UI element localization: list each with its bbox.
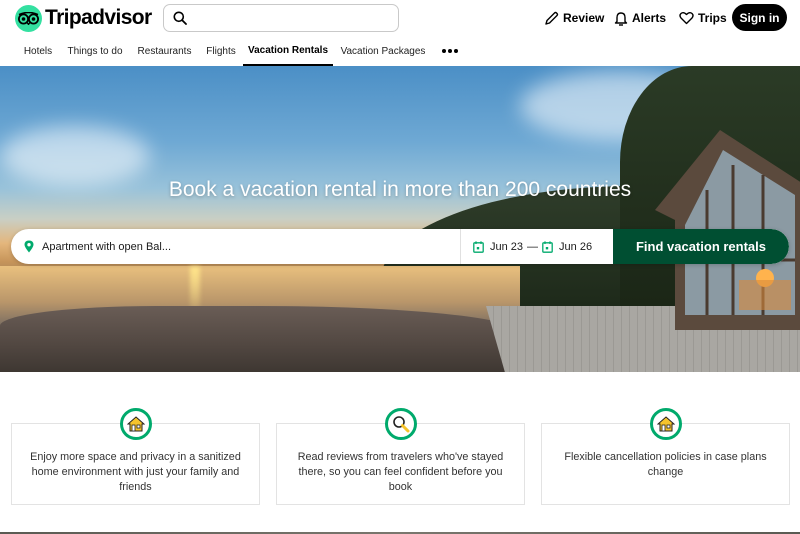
find-vacation-rentals-button[interactable]: Find vacation rentals — [613, 229, 789, 264]
nav-tab-vacation-rentals[interactable]: Vacation Rentals — [243, 36, 333, 66]
house-icon — [126, 416, 145, 432]
check-in-date[interactable]: Jun 23 — [473, 241, 523, 253]
review-link[interactable]: Review — [544, 9, 604, 27]
feature-text: Flexible cancellation policies in case p… — [564, 451, 767, 478]
sign-in-button[interactable]: Sign in — [732, 4, 787, 31]
more-dots-icon[interactable] — [442, 36, 458, 66]
date-separator: — — [527, 240, 539, 253]
search-icon — [173, 11, 187, 25]
check-in-value: Jun 23 — [490, 240, 524, 253]
heart-icon — [679, 12, 694, 25]
map-pin-icon — [24, 240, 34, 253]
feature-badge — [119, 408, 152, 440]
header-search[interactable] — [163, 4, 399, 32]
bell-icon — [614, 11, 628, 26]
date-range: Jun 23 — Jun 26 — [460, 229, 613, 264]
tripadvisor-logo[interactable]: Tripadvisor — [15, 4, 152, 32]
feature-card-privacy: Enjoy more space and privacy in a saniti… — [11, 408, 260, 505]
top-header: Tripadvisor Review Alerts Trips Sign in — [0, 0, 800, 36]
hero-banner: Book a vacation rental in more than 200 … — [0, 66, 800, 372]
feature-badge — [384, 408, 417, 440]
logo-wordmark: Tripadvisor — [45, 6, 152, 29]
feature-text: Enjoy more space and privacy in a saniti… — [30, 451, 241, 493]
location-field[interactable] — [11, 229, 460, 264]
header-search-input[interactable] — [195, 10, 398, 26]
trips-link[interactable]: Trips — [679, 9, 727, 27]
location-input[interactable] — [42, 240, 422, 253]
calendar-icon — [473, 240, 484, 253]
alerts-label: Alerts — [632, 11, 667, 25]
nav-tab-things-to-do[interactable]: Things to do — [64, 36, 126, 66]
hero-rocks — [0, 306, 520, 372]
house-icon — [656, 416, 675, 432]
feature-badge — [649, 408, 682, 440]
alerts-link[interactable]: Alerts — [614, 9, 666, 27]
calendar-icon — [542, 240, 553, 253]
review-label: Review — [563, 11, 605, 25]
category-nav: Hotels Things to do Restaurants Flights … — [0, 36, 800, 66]
check-out-date[interactable]: Jun 26 — [542, 241, 592, 253]
hero-cloud — [0, 126, 150, 186]
nav-tab-vacation-packages[interactable]: Vacation Packages — [338, 36, 428, 66]
hero-title: Book a vacation rental in more than 200 … — [168, 178, 632, 201]
feature-card-cancellation: Flexible cancellation policies in case p… — [541, 408, 790, 505]
feature-text: Read reviews from travelers who've staye… — [297, 451, 504, 493]
nav-tab-restaurants[interactable]: Restaurants — [133, 36, 196, 66]
check-out-value: Jun 26 — [559, 240, 593, 253]
owl-eyes-icon — [15, 4, 42, 32]
magnifier-icon — [392, 416, 409, 433]
feature-card-reviews: Read reviews from travelers who've staye… — [276, 408, 525, 505]
nav-tab-hotels[interactable]: Hotels — [18, 36, 58, 66]
nav-tab-flights[interactable]: Flights — [202, 36, 240, 66]
rental-search-bar: Jun 23 — Jun 26 Find vacation rentals — [11, 229, 789, 264]
pencil-icon — [545, 11, 559, 25]
trips-label: Trips — [698, 11, 727, 25]
